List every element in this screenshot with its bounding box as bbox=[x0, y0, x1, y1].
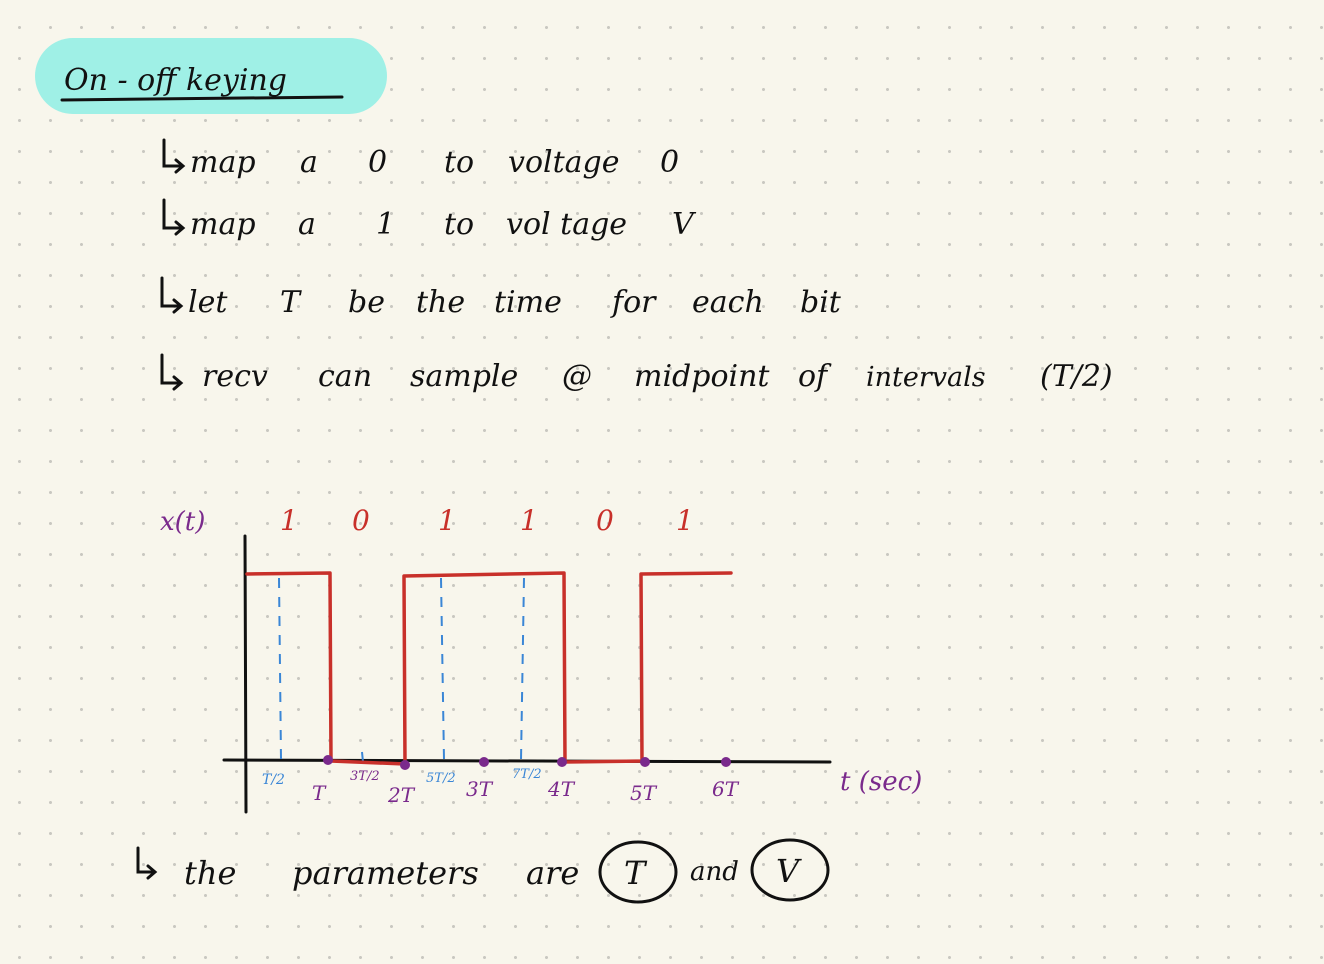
x-tick-label: 3T bbox=[466, 777, 494, 801]
bit-label: 1 bbox=[676, 504, 694, 537]
bullet-word: for bbox=[610, 285, 657, 320]
bullet-word: map bbox=[190, 207, 256, 242]
arrow-icon bbox=[136, 846, 158, 880]
note-canvas: On - off keying map a 0 to voltage 0 map… bbox=[35, 38, 1113, 904]
y-axis-label: x(t) bbox=[160, 507, 205, 537]
bullet-word: a bbox=[298, 207, 316, 242]
bullet-word: vol tage bbox=[506, 207, 627, 242]
bullet-word: can bbox=[318, 359, 372, 394]
arrow-icon bbox=[160, 276, 184, 314]
signal-trace bbox=[245, 571, 733, 766]
bullet-word: let bbox=[188, 285, 228, 320]
sample-line bbox=[361, 751, 364, 763]
bit-label: 1 bbox=[438, 504, 456, 537]
tick-dot bbox=[721, 757, 731, 767]
bullet-word: (T/2) bbox=[1040, 359, 1113, 394]
bullet-word: the bbox=[416, 285, 465, 320]
x-tick-label: 5T bbox=[630, 781, 658, 805]
title-group: On - off keying bbox=[35, 38, 387, 114]
bullet-word: time bbox=[494, 285, 562, 320]
bullet-word: be bbox=[348, 285, 385, 320]
tick-dot bbox=[400, 760, 410, 770]
x-axis-label: t (sec) bbox=[840, 767, 922, 797]
bullet-word: 0 bbox=[368, 145, 387, 180]
sample-line bbox=[440, 577, 445, 761]
tick-dot bbox=[479, 757, 489, 767]
bullet-word: recv bbox=[202, 359, 268, 394]
param-V: V bbox=[776, 852, 802, 890]
bullet-word: midpoint bbox=[634, 359, 770, 394]
bit-label: 1 bbox=[280, 504, 298, 537]
arrow-icon bbox=[162, 198, 186, 236]
sample-tick-label: 7T/2 bbox=[512, 767, 542, 782]
sample-line bbox=[520, 577, 525, 761]
ook-figure: x(t) t (sec) 1 0 1 1 0 1 T 2T 3T 4T 5T 6… bbox=[160, 504, 922, 814]
tick-dot bbox=[640, 757, 650, 767]
y-axis bbox=[243, 534, 248, 814]
bullet-word: bit bbox=[800, 285, 842, 320]
sample-tick-label: 5T/2 bbox=[426, 771, 456, 786]
bullet-2: map a 1 to vol tage V bbox=[162, 198, 697, 242]
tick-dot bbox=[323, 755, 333, 765]
x-tick-label: 4T bbox=[547, 777, 576, 801]
bit-label: 0 bbox=[596, 504, 614, 537]
bit-label: 0 bbox=[352, 504, 370, 537]
sample-tick-label: 3T/2 bbox=[350, 769, 380, 784]
bullet-word: @ bbox=[562, 359, 592, 394]
conclusion-word: parameters bbox=[292, 854, 479, 892]
bullet-word: to bbox=[444, 207, 474, 242]
bullet-3: let T be the time for each bit bbox=[160, 276, 842, 320]
conclusion-word: the bbox=[184, 854, 236, 892]
param-T: T bbox=[624, 854, 648, 892]
bullet-word: of bbox=[798, 359, 832, 394]
arrow-icon bbox=[162, 138, 186, 174]
bullet-1: map a 0 to voltage 0 bbox=[162, 138, 679, 180]
tick-dot bbox=[557, 757, 567, 767]
bullet-4: recv can sample @ midpoint of intervals … bbox=[160, 353, 1113, 394]
conclusion-word: and bbox=[690, 857, 739, 887]
bullet-word: 1 bbox=[376, 207, 395, 242]
sample-line bbox=[278, 577, 282, 761]
bullet-word: to bbox=[444, 145, 474, 180]
x-tick-label: 2T bbox=[387, 783, 416, 807]
bullet-word: intervals bbox=[866, 362, 986, 393]
bullet-word: T bbox=[280, 285, 302, 320]
bullet-word: sample bbox=[410, 359, 518, 394]
bit-label: 1 bbox=[520, 504, 538, 537]
page-title: On - off keying bbox=[64, 63, 287, 98]
x-tick-label: 6T bbox=[712, 777, 740, 801]
conclusion-line: the parameters are T and V bbox=[136, 838, 830, 904]
x-tick-label: T bbox=[312, 781, 327, 805]
bullet-word: map bbox=[190, 145, 256, 180]
bullet-list: map a 0 to voltage 0 map a 1 to vol tage… bbox=[160, 138, 1113, 394]
bullet-word: each bbox=[692, 285, 764, 320]
conclusion-word: are bbox=[526, 854, 579, 892]
arrow-icon bbox=[160, 353, 184, 391]
bullet-word: voltage bbox=[508, 145, 620, 180]
bullet-word: V bbox=[672, 207, 697, 242]
bullet-word: 0 bbox=[660, 145, 679, 180]
sample-tick-label: T/2 bbox=[262, 772, 285, 788]
x-axis bbox=[222, 758, 832, 764]
bullet-word: a bbox=[300, 145, 318, 180]
